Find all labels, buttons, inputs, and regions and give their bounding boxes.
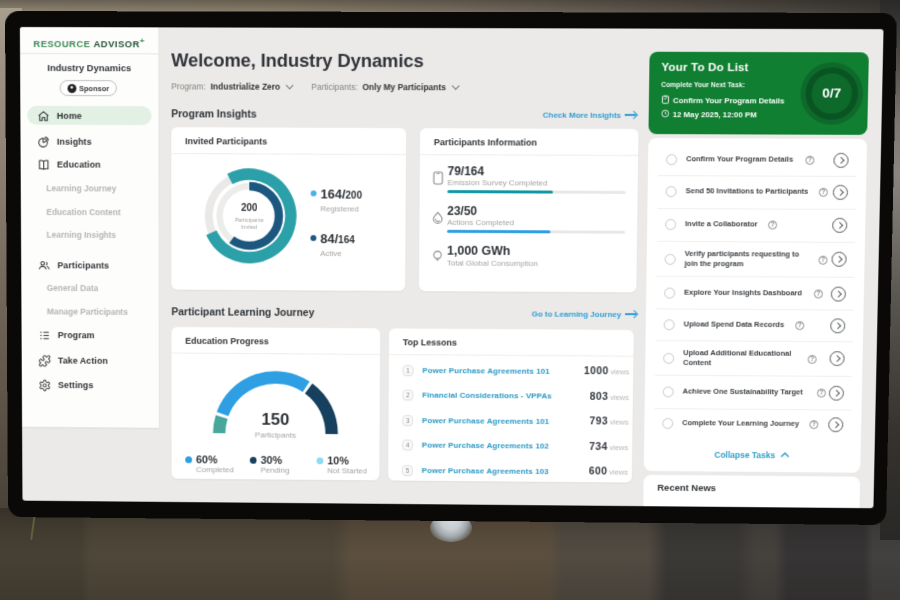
svg-text:Participants: Participants: [235, 218, 264, 224]
svg-text:Invited: Invited: [241, 225, 257, 231]
svg-text:200: 200: [241, 203, 258, 214]
